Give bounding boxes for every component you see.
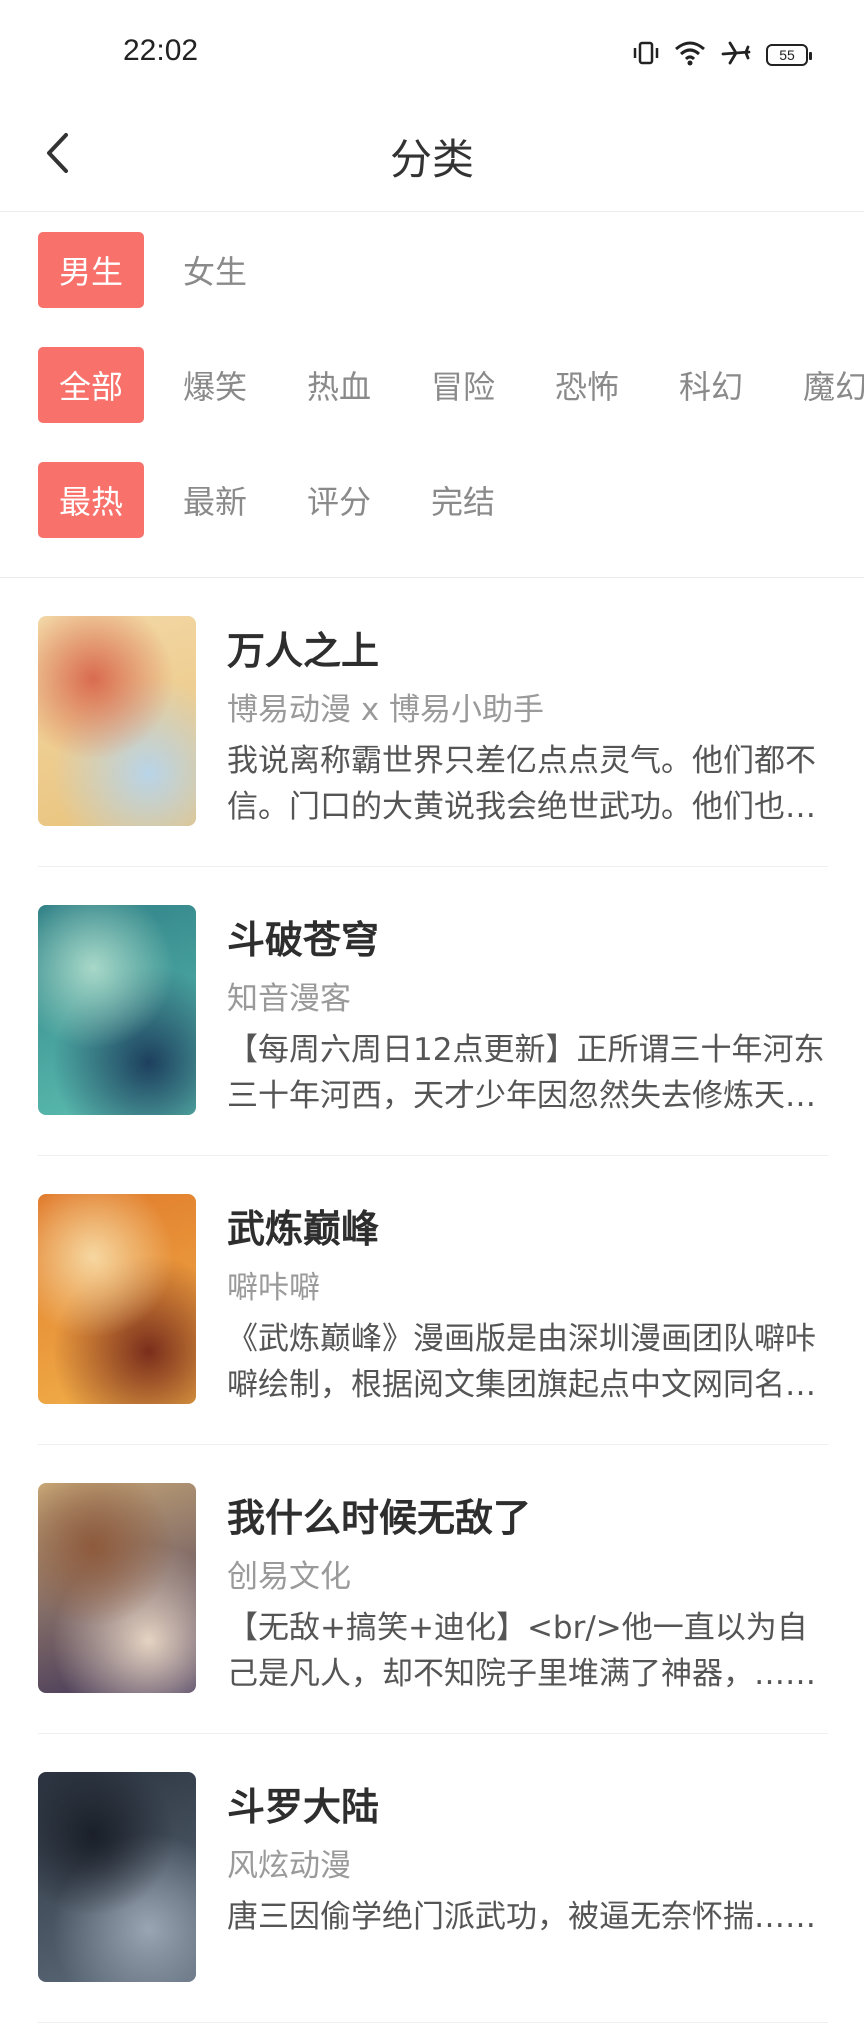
comic-description: 《武炼巅峰》漫画版是由深圳漫画团队噼咔噼绘制，根据阅文集团旗起点中文网同名小说改… bbox=[227, 1321, 816, 1403]
list-item[interactable]: 我什么时候无敌了 创易文化 【无敌+搞笑+迪化】<br/>他一直以为自己是凡人，… bbox=[38, 1445, 828, 1734]
filter-genre-fantasy[interactable]: 魔幻 bbox=[782, 347, 864, 423]
comic-author: 博易动漫 x 博易小助手 bbox=[227, 692, 545, 728]
battery-level: 55 bbox=[779, 47, 795, 63]
airplane-icon bbox=[720, 39, 752, 71]
filter-genre-adventure[interactable]: 冒险 bbox=[410, 347, 516, 423]
comic-title: 斗破苍穹 bbox=[227, 918, 380, 962]
list-item[interactable]: 斗罗大陆 风炫动漫 唐三因偷学绝门派武功，被逼无奈怀揣…… bbox=[38, 1734, 828, 2023]
comic-cover[interactable] bbox=[38, 1194, 196, 1404]
comic-cover[interactable] bbox=[38, 616, 196, 826]
comic-author: 知音漫客 bbox=[227, 981, 351, 1017]
genre-filter-row: 全部 爆笑 热血 冒险 恐怖 科幻 魔幻 bbox=[38, 347, 864, 423]
status-bar: 22:02 55 bbox=[0, 0, 864, 100]
comic-title: 武炼巅峰 bbox=[227, 1207, 380, 1251]
status-time: 22:02 bbox=[123, 34, 199, 67]
sort-newest[interactable]: 最新 bbox=[162, 462, 268, 538]
page-title: 分类 bbox=[389, 135, 474, 184]
filter-genre-action[interactable]: 热血 bbox=[286, 347, 392, 423]
filter-genre-scifi[interactable]: 科幻 bbox=[658, 347, 764, 423]
gender-filter-row: 男生 女生 bbox=[38, 232, 286, 308]
comic-author: 创易文化 bbox=[227, 1559, 351, 1595]
list-item[interactable]: 斗破苍穹 知音漫客 【每周六周日12点更新】正所谓三十年河东三十年河西，天才少年… bbox=[38, 867, 828, 1156]
sort-rating[interactable]: 评分 bbox=[286, 462, 392, 538]
comic-cover[interactable] bbox=[38, 905, 196, 1115]
nav-bar: 分类 bbox=[0, 100, 864, 212]
sort-completed[interactable]: 完结 bbox=[410, 462, 516, 538]
filter-gender-female[interactable]: 女生 bbox=[162, 232, 268, 308]
comic-title: 万人之上 bbox=[227, 629, 380, 673]
comic-author: 风炫动漫 bbox=[227, 1848, 351, 1884]
list-item[interactable]: 武炼巅峰 噼咔噼 《武炼巅峰》漫画版是由深圳漫画团队噼咔噼绘制，根据阅文集团旗起… bbox=[38, 1156, 828, 1445]
vibrate-icon bbox=[632, 39, 660, 71]
comic-author: 噼咔噼 bbox=[227, 1270, 320, 1306]
comic-description: 【每周六周日12点更新】正所谓三十年河东三十年河西，天才少年因忽然失去修炼天赋…… bbox=[227, 1032, 825, 1114]
sort-hottest[interactable]: 最热 bbox=[38, 462, 144, 538]
battery-icon: 55 bbox=[766, 44, 812, 66]
comic-list: 万人之上 博易动漫 x 博易小助手 我说离称霸世界只差亿点点灵气。他们都不信。门… bbox=[38, 578, 828, 2023]
filter-gender-male[interactable]: 男生 bbox=[38, 232, 144, 308]
filter-genre-comedy[interactable]: 爆笑 bbox=[162, 347, 268, 423]
comic-title: 斗罗大陆 bbox=[227, 1785, 380, 1829]
comic-description: 唐三因偷学绝门派武功，被逼无奈怀揣…… bbox=[227, 1899, 816, 1935]
wifi-icon bbox=[674, 39, 706, 71]
comic-description: 我说离称霸世界只差亿点点灵气。他们都不信。门口的大黄说我会绝世武功。他们也不信…… bbox=[227, 743, 816, 825]
list-item[interactable]: 万人之上 博易动漫 x 博易小助手 我说离称霸世界只差亿点点灵气。他们都不信。门… bbox=[38, 578, 828, 867]
comic-title: 我什么时候无敌了 bbox=[227, 1496, 532, 1540]
comic-cover[interactable] bbox=[38, 1772, 196, 1982]
filter-genre-all[interactable]: 全部 bbox=[38, 347, 144, 423]
status-icons: 55 bbox=[632, 38, 812, 72]
filter-panel: 男生 女生 全部 爆笑 热血 冒险 恐怖 科幻 魔幻 最热 最新 评分 完结 bbox=[0, 212, 864, 578]
comic-description: 【无敌+搞笑+迪化】<br/>他一直以为自己是凡人，却不知院子里堆满了神器，…… bbox=[227, 1610, 816, 1692]
filter-genre-horror[interactable]: 恐怖 bbox=[534, 347, 640, 423]
sort-filter-row: 最热 最新 评分 完结 bbox=[38, 462, 534, 538]
comic-cover[interactable] bbox=[38, 1483, 196, 1693]
